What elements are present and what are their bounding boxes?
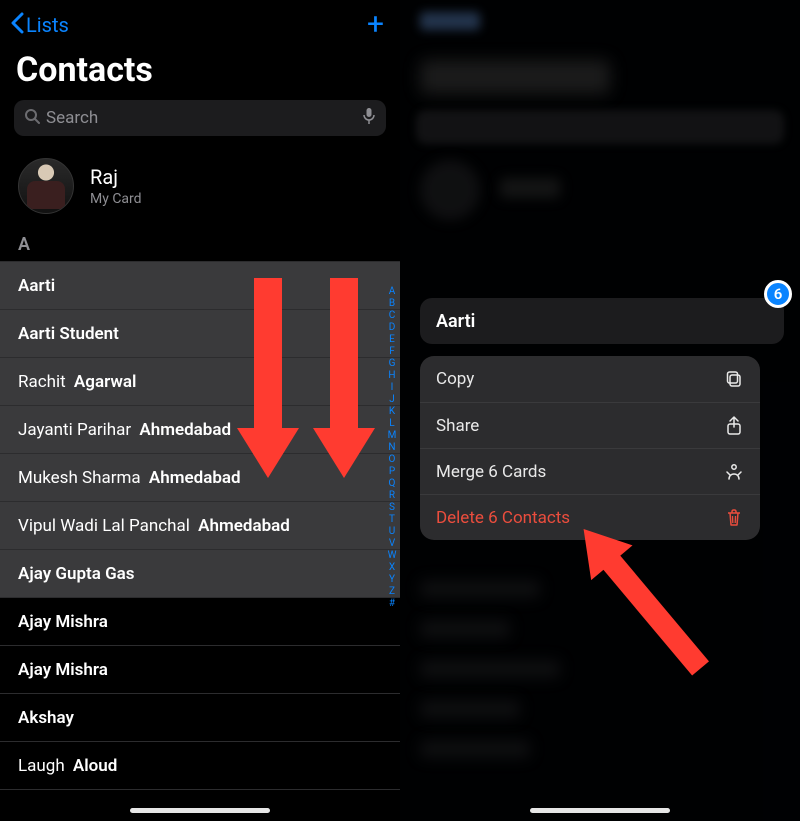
preview-card-title: Aarti	[436, 311, 475, 332]
contact-row[interactable]: Vipul Wadi Lal Panchal Ahmedabad	[0, 502, 400, 550]
home-indicator[interactable]	[130, 808, 270, 813]
blurred-row	[420, 580, 540, 598]
alpha-letter[interactable]: T	[386, 514, 398, 526]
alpha-letter[interactable]: P	[386, 466, 398, 478]
blurred-avatar	[420, 160, 480, 220]
contact-last: Aarti Student	[18, 324, 119, 344]
alpha-letter[interactable]: N	[386, 442, 398, 454]
alpha-letter[interactable]: Y	[386, 574, 398, 586]
alpha-letter[interactable]: K	[386, 406, 398, 418]
contact-first: Rachit	[18, 372, 66, 392]
menu-item-share[interactable]: Share	[420, 402, 760, 448]
menu-item-merge[interactable]: Merge 6 Cards	[420, 448, 760, 494]
blurred-back	[420, 12, 480, 30]
avatar	[18, 158, 74, 214]
contact-first: Mukesh Sharma	[18, 468, 141, 488]
alpha-letter[interactable]: B	[386, 298, 398, 310]
contact-last: Ahmedabad	[198, 516, 290, 536]
alpha-letter[interactable]: #	[386, 598, 398, 610]
contact-first: Jayanti Parihar	[18, 420, 131, 440]
preview-card[interactable]: Aarti	[420, 298, 784, 344]
alpha-letter[interactable]: J	[386, 394, 398, 406]
alpha-letter[interactable]: H	[386, 370, 398, 382]
blurred-search	[416, 110, 784, 144]
blurred-row	[420, 740, 530, 758]
alpha-letter[interactable]: I	[386, 382, 398, 394]
contacts-screen-right: 6 Aarti Copy Share Merge 6 Cards	[400, 0, 800, 821]
alpha-letter[interactable]: F	[386, 346, 398, 358]
copy-icon	[724, 370, 744, 388]
alpha-letter[interactable]: E	[386, 334, 398, 346]
alpha-letter[interactable]: Z	[386, 586, 398, 598]
contact-last: Aloud	[73, 756, 117, 776]
menu-item-label: Merge 6 Cards	[436, 462, 546, 482]
alpha-letter[interactable]: M	[386, 430, 398, 442]
contact-row[interactable]: Ajay Gupta Gas	[0, 550, 400, 598]
alpha-letter[interactable]: G	[386, 358, 398, 370]
context-menu: Copy Share Merge 6 Cards Delete 6 Contac…	[420, 356, 760, 540]
search-icon	[24, 108, 40, 128]
menu-item-label: Share	[436, 416, 479, 436]
alpha-index[interactable]: ABCDEFGHIJKLMNOPQRSTUVWXYZ#	[386, 286, 398, 610]
contact-last: Ahmedabad	[139, 420, 231, 440]
contact-first: Vipul Wadi Lal Panchal	[18, 516, 190, 536]
section-header: A	[0, 230, 400, 262]
search-field[interactable]	[14, 100, 386, 136]
back-label: Lists	[26, 13, 69, 37]
my-card-name: Raj	[90, 165, 142, 189]
alpha-letter[interactable]: Q	[386, 478, 398, 490]
alpha-letter[interactable]: O	[386, 454, 398, 466]
alpha-letter[interactable]: U	[386, 526, 398, 538]
alpha-letter[interactable]: V	[386, 538, 398, 550]
add-contact-button[interactable]: +	[367, 15, 384, 35]
chevron-left-icon	[10, 12, 24, 39]
alpha-letter[interactable]: R	[386, 490, 398, 502]
alpha-letter[interactable]: L	[386, 418, 398, 430]
contact-row[interactable]: Ajay Mishra	[0, 598, 400, 646]
contact-last: Aarti	[18, 276, 55, 296]
my-card-subtitle: My Card	[90, 191, 142, 207]
home-indicator[interactable]	[530, 808, 670, 813]
alpha-letter[interactable]: D	[386, 322, 398, 334]
trash-icon	[724, 509, 744, 527]
search-input[interactable]	[46, 108, 362, 128]
share-icon	[724, 416, 744, 436]
blurred-row	[420, 660, 560, 678]
alpha-letter[interactable]: S	[386, 502, 398, 514]
alpha-letter[interactable]: A	[386, 286, 398, 298]
contact-row[interactable]: Laugh Aloud	[0, 742, 400, 790]
alpha-letter[interactable]: X	[386, 562, 398, 574]
contact-last: Ajay Gupta Gas	[18, 564, 135, 584]
contact-first: Laugh	[18, 756, 65, 776]
contact-last: Ajay Mishra	[18, 612, 108, 632]
blurred-row	[420, 700, 520, 718]
blurred-row	[420, 620, 510, 638]
contact-last: Ajay Mishra	[18, 660, 108, 680]
navbar: Lists +	[0, 0, 400, 44]
alpha-letter[interactable]: C	[386, 310, 398, 322]
menu-item-label: Delete 6 Contacts	[436, 508, 570, 528]
contact-last: Ahmedabad	[149, 468, 241, 488]
blurred-title	[420, 60, 610, 94]
merge-icon	[724, 463, 744, 481]
contact-row[interactable]: Akshay	[0, 694, 400, 742]
selection-count-badge: 6	[764, 280, 792, 308]
page-title: Contacts	[0, 44, 400, 100]
my-card[interactable]: Raj My Card	[0, 152, 400, 230]
menu-item-label: Copy	[436, 369, 474, 389]
blurred-name	[500, 178, 560, 198]
contact-last: Agarwal	[74, 372, 137, 392]
alpha-letter[interactable]: W	[386, 550, 398, 562]
back-button[interactable]: Lists	[10, 12, 69, 39]
contact-last: Akshay	[18, 708, 74, 728]
mic-icon[interactable]	[362, 107, 376, 129]
contact-row[interactable]: Ajay Mishra	[0, 646, 400, 694]
menu-item-copy[interactable]: Copy	[420, 356, 760, 402]
